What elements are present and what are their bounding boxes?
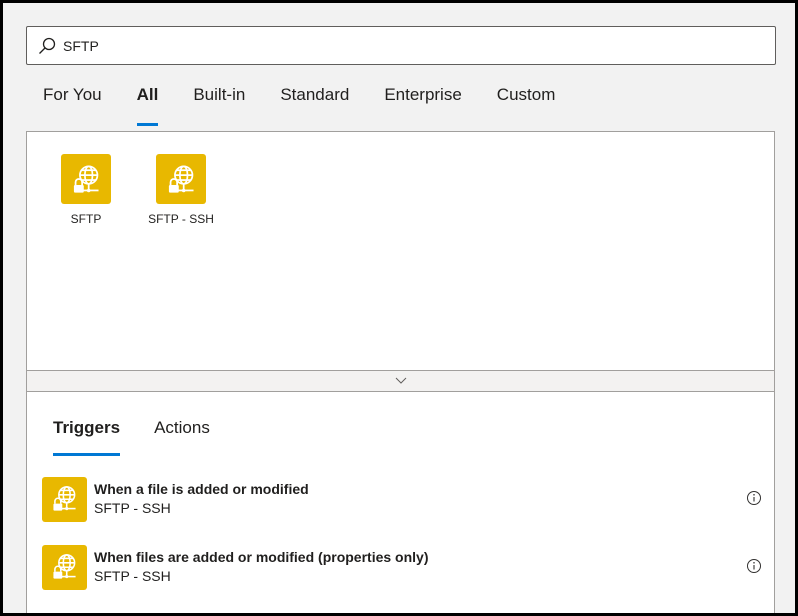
operation-item[interactable]: When a file is added or modified SFTP - … [42, 476, 762, 522]
chevron-down-icon [395, 377, 406, 384]
search-icon [39, 37, 56, 54]
operation-title: When files are added or modified (proper… [94, 549, 429, 565]
operation-connector: SFTP - SSH [94, 568, 171, 584]
connector-sftp-ssh[interactable]: SFTP - SSH [136, 154, 226, 226]
info-icon[interactable] [746, 490, 762, 506]
operation-title: When a file is added or modified [94, 481, 309, 497]
sftp-globe-lock-icon [42, 544, 87, 590]
tab-for-you[interactable]: For You [43, 85, 102, 125]
tab-triggers[interactable]: Triggers [53, 418, 121, 456]
operations-panel: Triggers Actions When a file is added or… [26, 392, 775, 613]
tab-all[interactable]: All [136, 85, 158, 126]
connector-label: SFTP [70, 212, 102, 226]
connector-list: SFTP SFTP - SSH [26, 131, 775, 370]
tab-actions[interactable]: Actions [154, 418, 210, 456]
operation-tabs: Triggers Actions [53, 418, 244, 456]
connector-picker-window: For You All Built-in Standard Enterprise… [0, 0, 798, 616]
tab-built-in[interactable]: Built-in [193, 85, 245, 125]
sftp-globe-lock-icon [156, 154, 206, 204]
sftp-globe-lock-icon [61, 154, 111, 204]
collapse-toggle[interactable] [26, 370, 775, 392]
search-box[interactable] [26, 26, 776, 65]
tab-standard[interactable]: Standard [280, 85, 349, 125]
tab-enterprise[interactable]: Enterprise [384, 85, 461, 125]
operation-connector: SFTP - SSH [94, 500, 171, 516]
sftp-globe-lock-icon [42, 476, 87, 522]
operation-item[interactable]: When files are added or modified (proper… [42, 544, 762, 590]
category-tabs: For You All Built-in Standard Enterprise… [43, 85, 590, 126]
search-input[interactable] [63, 37, 775, 54]
connector-label: SFTP - SSH [148, 212, 214, 226]
tab-custom[interactable]: Custom [497, 85, 556, 125]
connector-sftp[interactable]: SFTP [41, 154, 131, 226]
info-icon[interactable] [746, 558, 762, 574]
